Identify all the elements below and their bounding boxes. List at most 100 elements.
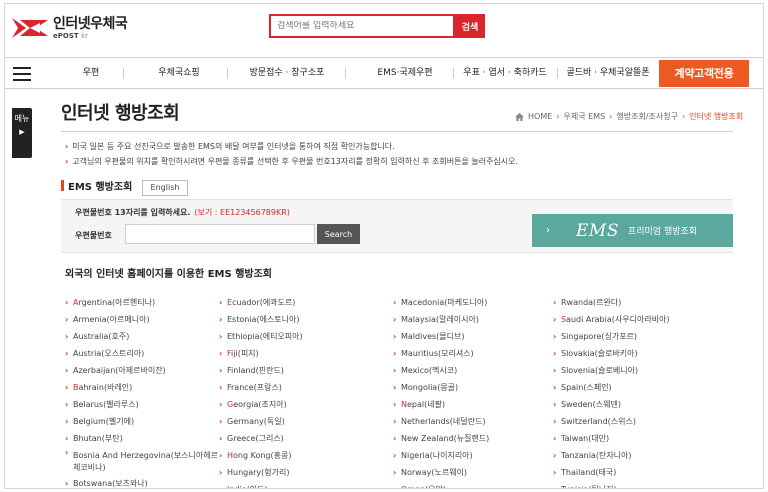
country-link[interactable]: Finland(핀란드) [219, 362, 379, 379]
country-link[interactable]: Georgia(조지아) [219, 396, 379, 413]
country-link[interactable]: Maldives(몰디브) [393, 328, 553, 345]
premium-ems-brand: EMS [576, 220, 619, 241]
contract-customer-button[interactable]: 계약고객전용 [659, 60, 749, 87]
country-link[interactable]: Fiji(피지) [219, 345, 379, 362]
tracking-example: (보기 : EE123456789KR) [194, 208, 290, 217]
nav-item-shopping[interactable]: 우체국쇼핑 [139, 58, 219, 88]
country-link[interactable]: New Zealand(뉴질랜드) [393, 430, 553, 447]
country-name: Belarus(벨라루스) [73, 400, 139, 409]
country-name: Ethiopia(에티오피아) [227, 332, 303, 341]
country-link[interactable]: Ethiopia(에티오피아) [219, 328, 379, 345]
country-link[interactable]: Bhutan(부탄) [65, 430, 225, 447]
site-search-box[interactable] [269, 14, 455, 38]
country-name: Switzerland(스위스) [561, 417, 636, 426]
country-link[interactable]: Austria(오스트리아) [65, 345, 225, 362]
country-name: Mauritius(모리셔스) [401, 349, 474, 358]
country-column-2: Ecuador(에콰도르) Estonia(에스토니아) Ethiopia(에티오피… [219, 294, 379, 488]
hamburger-icon[interactable] [13, 67, 31, 81]
country-link[interactable]: Germany(독일) [219, 413, 379, 430]
country-name: Malaysia(말레이시아) [401, 315, 479, 324]
country-name: Thailand(태국) [561, 468, 617, 477]
country-link[interactable]: Malaysia(말레이시아) [393, 311, 553, 328]
country-link[interactable]: Tunisia(튀니지) [553, 481, 713, 488]
country-name: New Zealand(뉴질랜드) [401, 434, 490, 443]
country-name: iji(피지) [231, 349, 259, 358]
country-name: audi Arabia(사우디아라비아) [566, 315, 670, 324]
note-item: 미국 일본 등 주요 선진국으로 발송한 EMS의 배달 여부를 인터넷을 통하… [65, 139, 518, 154]
nav-separator [227, 68, 228, 79]
site-search-button[interactable]: 검색 [455, 14, 485, 38]
logo-main-text: 인터넷우체국 [53, 15, 128, 32]
ems-section-heading: EMS 행방조회 [61, 178, 132, 193]
country-name: cuador(에콰도르) [232, 298, 296, 307]
country-link[interactable]: Botswana(보츠와나) [65, 475, 225, 488]
country-link[interactable]: Belgium(벨기에) [65, 413, 225, 430]
country-name: Australia(호주) [73, 332, 130, 341]
country-link[interactable]: Macedonia(마케도니아) [393, 294, 553, 311]
country-name: Finland(핀란드) [227, 366, 284, 375]
nav-item-goldbar-mobile[interactable]: 골드바 · 우체국알뜰폰 [559, 58, 657, 88]
country-name: Bosnia And Herzegovina(보스니아헤르체코비나) [73, 451, 218, 472]
country-link[interactable]: Oman(오만) [393, 481, 553, 488]
breadcrumb-home[interactable]: HOME [528, 112, 552, 121]
nav-item-mail[interactable]: 우편 [67, 58, 115, 88]
english-button[interactable]: English [142, 180, 188, 196]
country-link[interactable]: Singapore(싱가포르) [553, 328, 713, 345]
nav-item-stamps[interactable]: 우표 · 엽서 · 축하카드 [453, 58, 557, 88]
country-link[interactable]: Bosnia And Herzegovina(보스니아헤르체코비나) [65, 447, 225, 475]
country-link[interactable]: Ecuador(에콰도르) [219, 294, 379, 311]
epost-logo-icon [12, 18, 48, 38]
country-link[interactable]: Mauritius(모리셔스) [393, 345, 553, 362]
country-link[interactable]: Hungary(헝가리) [219, 464, 379, 481]
country-link[interactable]: Slovakia(슬로바키아) [553, 345, 713, 362]
country-link[interactable]: Armenia(아르메니아) [65, 311, 225, 328]
country-link[interactable]: Azerbaijan(아제르바이잔) [65, 362, 225, 379]
chevron-right-icon: › [609, 112, 613, 121]
country-link[interactable]: Hong Kong(홍콩) [219, 447, 379, 464]
country-link[interactable]: Thailand(태국) [553, 464, 713, 481]
site-search-input[interactable] [277, 21, 453, 31]
site-logo[interactable]: 인터넷우체국 ePOST kr [10, 13, 140, 43]
breadcrumb-current: 인터넷 행방조회 [689, 112, 744, 121]
country-link[interactable]: Argentina(아르헨티나) [65, 294, 225, 311]
country-link[interactable]: Australia(호주) [65, 328, 225, 345]
country-link[interactable]: Spain(스페인) [553, 379, 713, 396]
breadcrumb-ems[interactable]: 우체국 EMS [563, 111, 605, 122]
premium-tracking-button[interactable]: › EMS 프리미엄 행방조회 [532, 214, 733, 247]
country-link[interactable]: Sweden(스웨덴) [553, 396, 713, 413]
country-name: Spain(스페인) [561, 383, 612, 392]
page-title: 인터넷 행방조회 [61, 103, 180, 124]
country-link[interactable]: Slovenia(슬로베니아) [553, 362, 713, 379]
country-name: aiwan(대만) [564, 434, 610, 443]
tracking-search-button[interactable]: Search [317, 224, 360, 244]
country-name: Maldives(몰디브) [401, 332, 465, 341]
country-link[interactable]: Taiwan(대만) [553, 430, 713, 447]
country-column-4: Rwanda(르완다) Saudi Arabia(사우디아라비아) Singapor… [553, 294, 713, 488]
country-link[interactable]: Estonia(에스토니아) [219, 311, 379, 328]
country-link[interactable]: Netherlands(네덜란드) [393, 413, 553, 430]
tracking-number-input[interactable] [125, 224, 315, 244]
country-link[interactable]: Rwanda(르완다) [553, 294, 713, 311]
country-name: Armenia(아르메니아) [73, 315, 150, 324]
country-link[interactable]: Switzerland(스위스) [553, 413, 713, 430]
country-name: Netherlands(네덜란드) [401, 417, 486, 426]
country-link[interactable]: India(인도) [219, 481, 379, 488]
nav-item-ems-international[interactable]: EMS·국제우편 [355, 58, 455, 88]
country-link[interactable]: Bahrain(바레인) [65, 379, 225, 396]
section-marker [61, 180, 64, 191]
country-link[interactable]: France(프랑스) [219, 379, 379, 396]
side-menu-tab[interactable]: 메뉴 ▶ [12, 108, 32, 158]
nav-item-visit-pickup[interactable]: 방문접수 · 창구소포 [237, 58, 337, 88]
country-link[interactable]: Belarus(벨라루스) [65, 396, 225, 413]
country-link[interactable]: Mongolia(몽골) [393, 379, 553, 396]
country-link[interactable]: Nepal(네팔) [393, 396, 553, 413]
breadcrumb-tracking[interactable]: 행방조회/조사청구 [616, 111, 678, 122]
country-link[interactable]: Tanzania(탄자니아) [553, 447, 713, 464]
country-link[interactable]: Greece(그리스) [219, 430, 379, 447]
country-link[interactable]: Mexico(멕시코) [393, 362, 553, 379]
country-link[interactable]: Norway(노르웨이) [393, 464, 553, 481]
country-link[interactable]: Nigeria(나이지리아) [393, 447, 553, 464]
country-link[interactable]: Saudi Arabia(사우디아라비아) [553, 311, 713, 328]
country-name: Tunisia(튀니지) [561, 485, 617, 488]
country-name: Bhutan(부탄) [73, 434, 123, 443]
